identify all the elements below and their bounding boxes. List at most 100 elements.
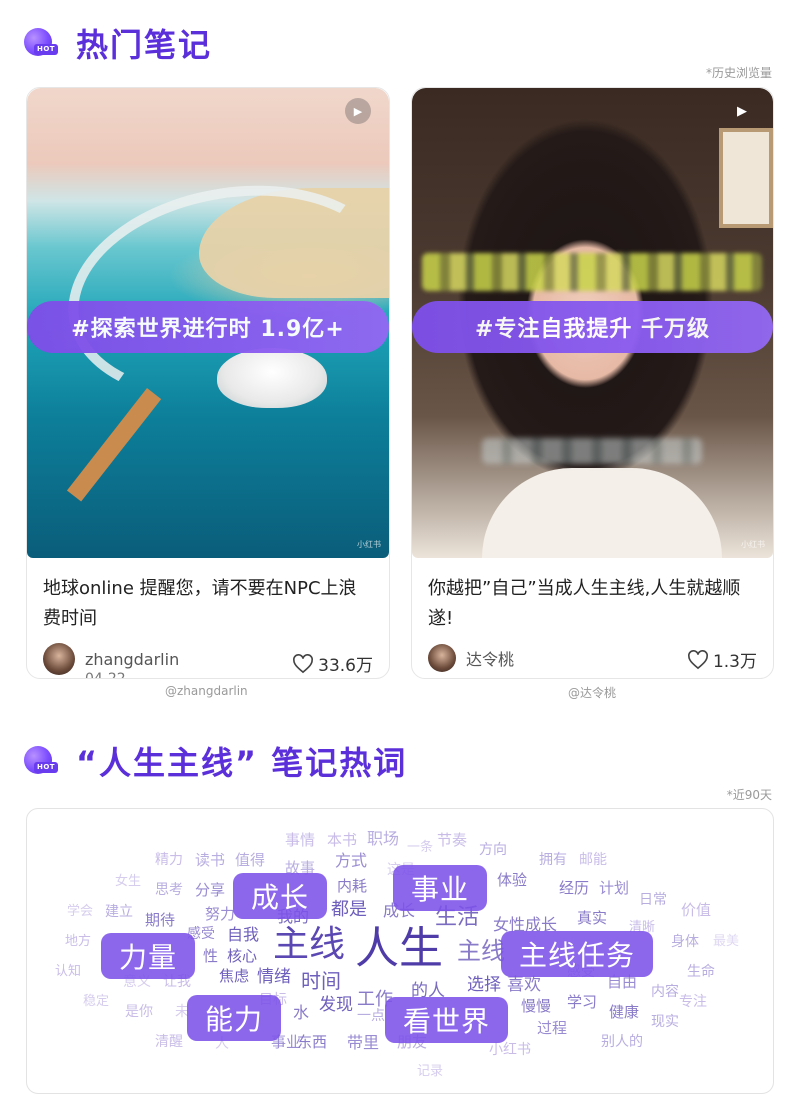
section-title: “人生主线” 笔记热词 bbox=[76, 744, 408, 782]
watermark: 小红书 bbox=[357, 540, 381, 549]
cloud-word: 核心 bbox=[227, 947, 258, 965]
like-count-value: 33.6万 bbox=[318, 656, 373, 676]
play-icon[interactable]: ▶ bbox=[729, 98, 755, 124]
cloud-word: 慢慢 bbox=[521, 997, 552, 1015]
note-card[interactable]: ▶ 小红书 #探索世界进行时 1.9亿+ 地球online 提醒您，请不要在NP… bbox=[26, 87, 390, 679]
cloud-word: 读书 bbox=[195, 851, 226, 869]
image-credit: @达令桃 bbox=[568, 686, 617, 700]
cloud-highlight-tag: 事业 bbox=[393, 865, 488, 911]
cloud-word: 都是 bbox=[331, 899, 367, 920]
like-count-value: 1.3万 bbox=[712, 652, 757, 672]
cloud-word: 一条 bbox=[407, 840, 434, 855]
heart-icon[interactable] bbox=[687, 649, 709, 670]
cloud-word: 内耗 bbox=[337, 877, 368, 895]
cloud-word: 是你 bbox=[125, 1004, 153, 1020]
cloud-word: 日常 bbox=[639, 892, 667, 908]
cloud-word: 生命 bbox=[687, 964, 715, 980]
cloud-word: 地方 bbox=[65, 934, 92, 949]
cloud-word: 方式 bbox=[335, 851, 368, 870]
view-count-hint: *历史浏览量 bbox=[705, 66, 772, 80]
play-icon[interactable]: ▶ bbox=[345, 98, 371, 124]
note-card[interactable]: ▶ 小红书 #专注自我提升 千万级 你越把”自己”当成人生主线,人生就越顺遂! … bbox=[411, 87, 774, 679]
cloud-word: 清醒 bbox=[155, 1034, 183, 1050]
like-count[interactable]: 33.6万 bbox=[292, 651, 373, 676]
cloud-word: 选择 bbox=[467, 975, 501, 995]
cloud-word: 学会 bbox=[67, 904, 94, 919]
section-header-hot-words: HOT “人生主线” 笔记热词 bbox=[22, 738, 407, 784]
heart-icon[interactable] bbox=[292, 653, 314, 674]
cloud-word: 努力 bbox=[205, 905, 236, 923]
note-author[interactable]: 达令桃 bbox=[428, 644, 514, 672]
cloud-word: 思考 bbox=[155, 882, 183, 898]
cloud-word: 带里 bbox=[347, 1033, 380, 1052]
cloud-word: 方向 bbox=[479, 842, 507, 858]
cloud-word: 别人的 bbox=[601, 1034, 643, 1050]
cloud-word: 期待 bbox=[145, 911, 176, 929]
cloud-word: 精力 bbox=[155, 852, 183, 868]
cloud-word: 认知 bbox=[55, 964, 82, 979]
cloud-word: 值得 bbox=[235, 851, 266, 869]
cloud-word: 内容 bbox=[651, 984, 679, 1000]
cloud-word: 主线 bbox=[457, 937, 505, 965]
cloud-word: 记录 bbox=[417, 1064, 444, 1079]
cloud-word: 性 bbox=[203, 947, 219, 965]
cloud-word: 职场 bbox=[367, 829, 400, 848]
watermark: 小红书 bbox=[741, 540, 765, 549]
cloud-word: 拥有 bbox=[539, 852, 567, 868]
hot-logo-icon: HOT bbox=[22, 26, 59, 60]
cloud-word: 东西 bbox=[297, 1033, 328, 1051]
cloud-word: 经历 bbox=[559, 879, 590, 897]
cloud-word: 喜欢 bbox=[507, 975, 541, 995]
cloud-word: 情绪 bbox=[257, 967, 291, 987]
cloud-word: 节奏 bbox=[437, 831, 468, 849]
cloud-highlight-tag: 看世界 bbox=[385, 997, 509, 1043]
cloud-word: 价值 bbox=[681, 901, 712, 919]
cloud-word: 专注 bbox=[679, 994, 707, 1010]
cloud-highlight-tag: 成长 bbox=[233, 873, 328, 919]
note-title[interactable]: 地球online 提醒您，请不要在NPC上浪费时间 bbox=[43, 574, 371, 634]
cloud-highlight-tag: 能力 bbox=[187, 995, 282, 1041]
cloud-word: 事情 bbox=[285, 831, 316, 849]
cloud-word: 自由 bbox=[607, 973, 638, 991]
cloud-word: 时间 bbox=[301, 969, 341, 993]
cloud-word: 健康 bbox=[609, 1003, 640, 1021]
note-title[interactable]: 你越把”自己”当成人生主线,人生就越顺遂! bbox=[428, 574, 755, 634]
cloud-word: 发现 bbox=[319, 995, 353, 1015]
cloud-highlight-tag: 主线任务 bbox=[501, 931, 654, 977]
cloud-highlight-tag: 力量 bbox=[101, 933, 196, 979]
cloud-word: 计划 bbox=[599, 879, 630, 897]
cloud-word: 本书 bbox=[327, 831, 358, 849]
time-range-hint: *近90天 bbox=[726, 788, 772, 802]
cloud-word: 一点 bbox=[357, 1008, 385, 1024]
like-count[interactable]: 1.3万 bbox=[687, 647, 757, 672]
topic-pill[interactable]: #探索世界进行时 1.9亿+ bbox=[27, 301, 389, 353]
cloud-word: 女生 bbox=[115, 874, 142, 889]
cloud-word: 邮能 bbox=[579, 852, 607, 868]
topic-pill[interactable]: #专注自我提升 千万级 bbox=[412, 301, 773, 353]
hot-logo-icon: HOT bbox=[22, 744, 59, 778]
cloud-main-word: 主线 bbox=[273, 924, 346, 965]
cloud-word: 焦虑 bbox=[219, 967, 250, 985]
cloud-word: 最美 bbox=[713, 934, 740, 949]
avatar[interactable] bbox=[428, 644, 456, 672]
cloud-word: 自我 bbox=[227, 925, 260, 944]
author-name[interactable]: zhangdarlin bbox=[85, 650, 179, 669]
author-name[interactable]: 达令桃 bbox=[466, 646, 514, 670]
cloud-word: 建立 bbox=[105, 904, 133, 920]
post-date: 04-22 bbox=[85, 671, 126, 679]
section-title: 热门笔记 bbox=[76, 26, 213, 64]
cloud-word: 学习 bbox=[567, 993, 598, 1011]
avatar[interactable] bbox=[43, 643, 75, 675]
cloud-word: 体验 bbox=[497, 871, 528, 889]
cloud-word: 水 bbox=[293, 1003, 310, 1022]
section-header-hot-notes: HOT 热门笔记 bbox=[22, 20, 212, 66]
cloud-word: 过程 bbox=[537, 1019, 568, 1037]
cloud-word: 真实 bbox=[577, 909, 608, 927]
cloud-word: 身体 bbox=[671, 934, 699, 950]
cloud-word: 小红书 bbox=[489, 1042, 531, 1058]
word-cloud: 事情 本书 职场 一条 节奏 精力 读书 值得 故事 方式 这是 方向 拥有 邮… bbox=[26, 808, 774, 1094]
cloud-word: 现实 bbox=[651, 1014, 679, 1030]
note-author[interactable]: zhangdarlin 04-22 bbox=[43, 643, 179, 678]
cloud-word: 分享 bbox=[195, 881, 226, 899]
cloud-main-word: 人生 bbox=[355, 923, 443, 974]
